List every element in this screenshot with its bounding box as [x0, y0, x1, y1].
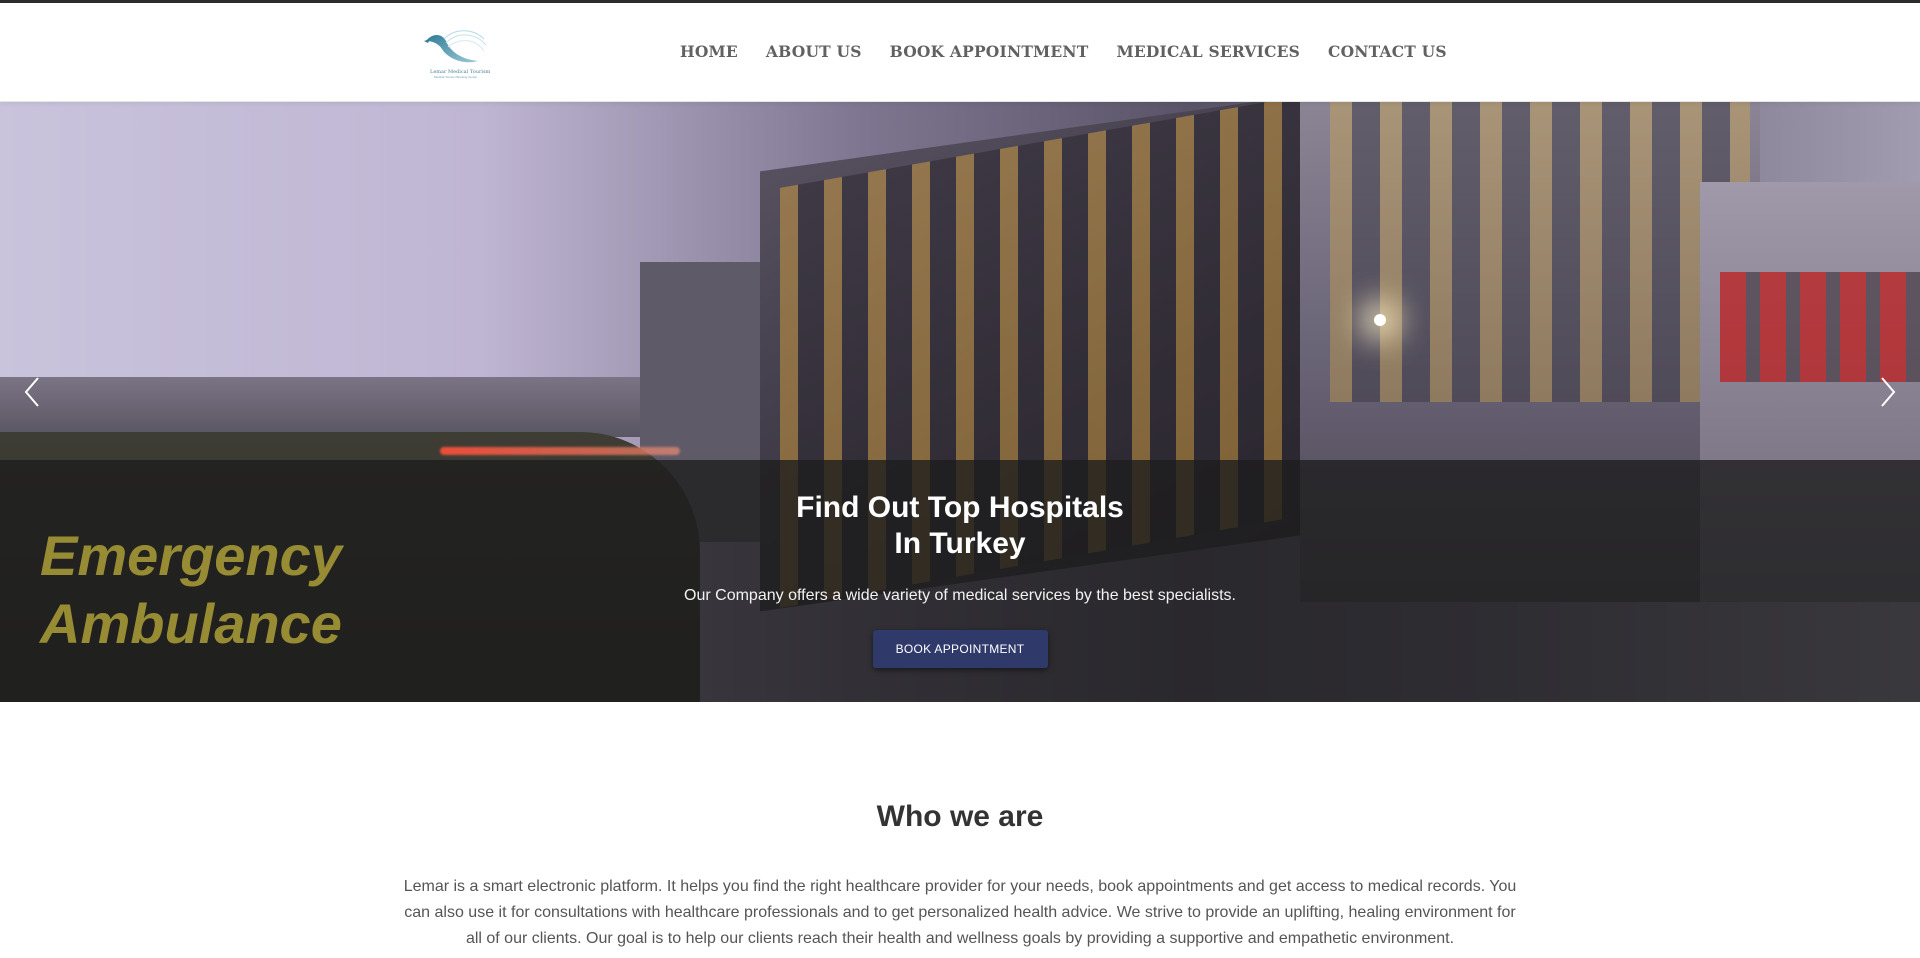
nav-about-us[interactable]: ABOUT US: [766, 42, 862, 61]
site-logo[interactable]: Lemar Medical Tourism Medical Tourism Bo…: [420, 19, 490, 83]
hero-windows-shape: [1720, 272, 1920, 382]
hero-streetlight: [1374, 314, 1386, 326]
main-nav: HOME ABOUT US BOOK APPOINTMENT MEDICAL S…: [680, 42, 1447, 61]
nav-medical-services[interactable]: MEDICAL SERVICES: [1117, 42, 1300, 61]
hero-subtitle: Our Company offers a wide variety of med…: [684, 587, 1236, 604]
hero-caption: Find Out Top Hospitals In Turkey Our Com…: [0, 490, 1920, 668]
slider-prev-arrow[interactable]: [20, 374, 44, 410]
about-body: Lemar is a smart electronic platform. It…: [403, 878, 1517, 947]
nav-home[interactable]: HOME: [680, 42, 738, 61]
hero-title-line2: In Turkey: [894, 527, 1026, 560]
nav-book-appointment[interactable]: BOOK APPOINTMENT: [890, 42, 1089, 61]
hero-windows-shape: [1330, 102, 1750, 402]
hero-ambulance-lights: [440, 447, 680, 455]
book-appointment-button[interactable]: BOOK APPOINTMENT: [872, 630, 1048, 668]
chevron-left-icon: [24, 377, 39, 407]
nav-contact-us[interactable]: CONTACT US: [1328, 42, 1447, 61]
about-heading: Who we are: [876, 800, 1044, 833]
hero-title-line1: Find Out Top Hospitals: [796, 491, 1124, 524]
about-section: Who we are Lemar is a smart electronic p…: [0, 702, 1920, 952]
logo-subtext: Medical Tourism Booking Center: [434, 75, 478, 79]
site-header: Lemar Medical Tourism Medical Tourism Bo…: [0, 3, 1920, 102]
hero-title: Find Out Top Hospitals In Turkey: [0, 490, 1920, 562]
chevron-right-icon: [1881, 377, 1896, 407]
hero-slider: Emergency Ambulance Find Out Top Hospita…: [0, 102, 1920, 702]
slider-next-arrow[interactable]: [1876, 374, 1900, 410]
